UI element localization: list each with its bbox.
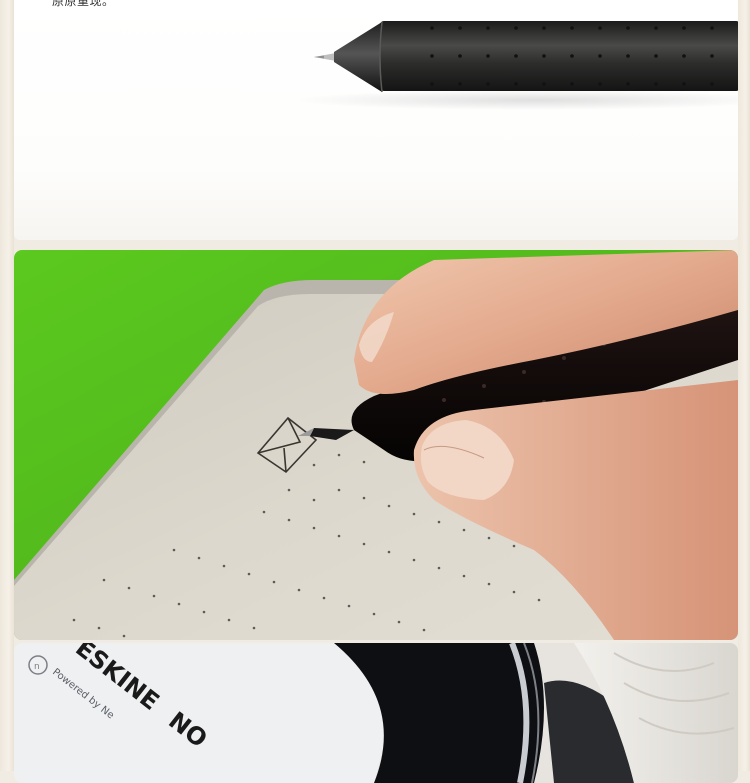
left-frame-border <box>0 0 14 771</box>
right-frame-border <box>738 0 750 771</box>
writing-photo <box>14 250 738 640</box>
svg-text:n: n <box>34 662 40 672</box>
pen-product-panel: 原原重现。 <box>14 0 738 240</box>
notebook-phone-photo: n ESKINE NO Powered by Ne <box>14 643 738 783</box>
smart-pen-image <box>294 21 738 110</box>
